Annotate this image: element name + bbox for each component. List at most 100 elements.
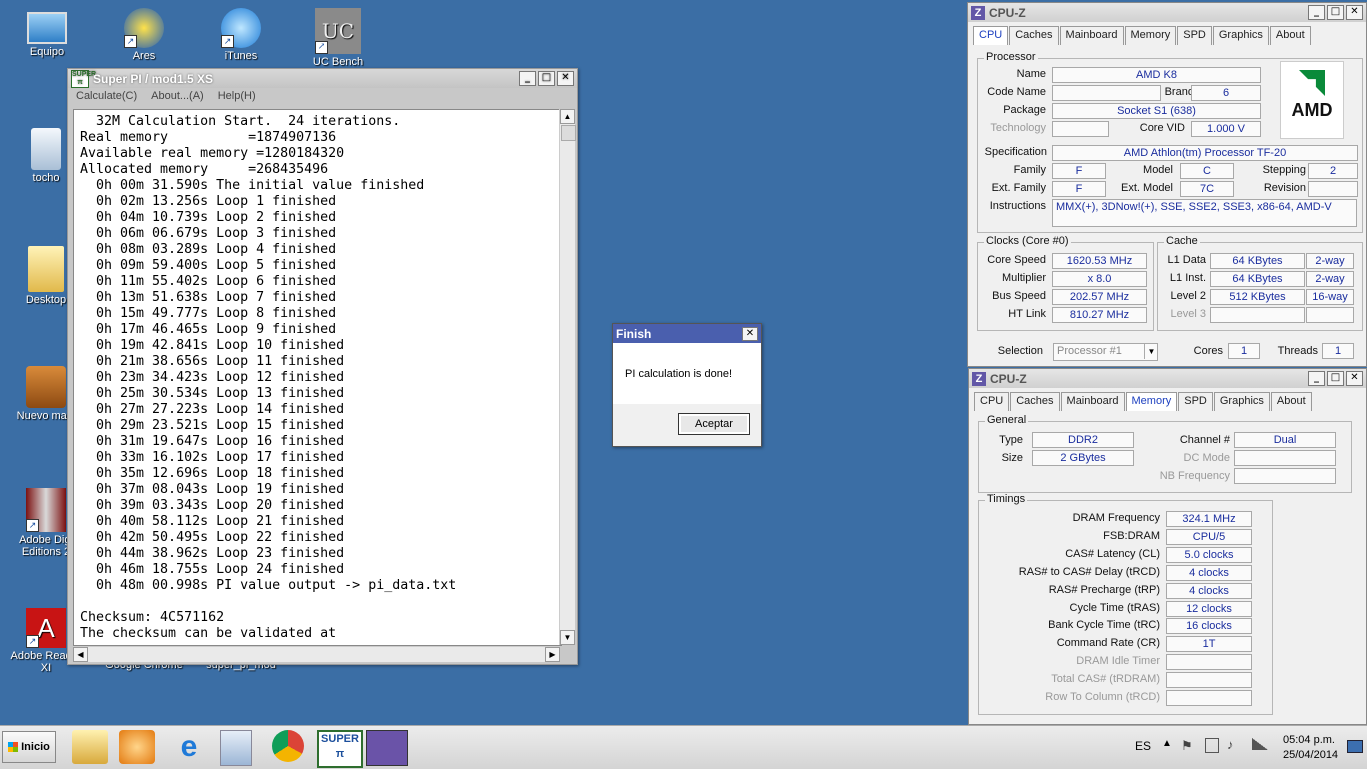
volume-icon[interactable]: ♪ (1227, 737, 1234, 752)
clock-time[interactable]: 05:04 p.m. (1283, 734, 1335, 746)
file-explorer-icon[interactable] (72, 730, 108, 764)
desktop-icon-equipo[interactable]: Equipo (7, 8, 87, 58)
desktop-icon-ares[interactable]: ↗ Ares (104, 8, 184, 62)
timing-label: Row To Column (tRCD) (1045, 691, 1160, 703)
window-title: Super PI / mod1.5 XS (93, 71, 214, 86)
vertical-scrollbar[interactable]: ▲ ▼ (559, 109, 576, 645)
superpi-taskbar-icon[interactable]: SUPER π (317, 730, 363, 768)
show-hidden-icons-icon[interactable]: ▲ (1162, 738, 1172, 749)
menu-help[interactable]: Help(H) (218, 90, 256, 108)
start-button[interactable]: Inicio (2, 731, 56, 763)
close-button[interactable]: ✕ (1346, 5, 1363, 20)
tab-about[interactable]: About (1269, 26, 1311, 45)
minimize-button[interactable]: _ (1308, 371, 1325, 386)
internet-explorer-icon[interactable]: e (171, 730, 207, 764)
level3-label: Level 3 (1170, 308, 1206, 320)
tab-mainboard[interactable]: Mainboard (1059, 26, 1124, 45)
console-line: 0h 04m 10.739s Loop 2 finished (80, 210, 337, 225)
cache-group: Cache L1 Data 64 KBytes 2-way L1 Inst. 6… (1157, 235, 1363, 331)
timing-value: CPU/5 (1166, 528, 1252, 545)
codename-value (1052, 85, 1161, 101)
group-label: Cache (1164, 235, 1200, 247)
scroll-left-arrow-icon[interactable]: ◀ (73, 647, 88, 662)
level2-value: 512 KBytes (1210, 289, 1305, 305)
tab-about[interactable]: About (1270, 392, 1312, 411)
tab-graphics[interactable]: Graphics (1212, 26, 1269, 45)
finish-titlebar[interactable]: Finish ✕ (613, 324, 761, 343)
console-line: 0h 02m 13.256s Loop 1 finished (80, 194, 337, 209)
group-label: General (985, 414, 1029, 426)
extfamily-label: Ext. Family (991, 182, 1046, 194)
horizontal-scrollbar[interactable]: ◀ ▶ (73, 646, 560, 662)
close-button[interactable]: ✕ (557, 71, 574, 86)
tab-memory[interactable]: Memory (1125, 392, 1178, 411)
corespeed-label: Core Speed (987, 254, 1046, 266)
threads-value: 1 (1322, 343, 1354, 359)
close-button[interactable]: ✕ (1346, 371, 1363, 386)
scroll-thumb[interactable] (561, 125, 576, 141)
cpuz-titlebar[interactable]: Z CPU-Z _ □ ✕ (969, 369, 1366, 388)
calculator-icon[interactable] (220, 730, 252, 766)
maximize-button[interactable]: □ (1327, 5, 1344, 20)
processor-group: Processor Name AMD K8 Code Name Brand ID… (977, 51, 1363, 233)
cpuz-taskbar-icon[interactable] (366, 730, 408, 766)
flag-icon[interactable]: ⚑ (1181, 738, 1193, 754)
itunes-icon: ↗ (221, 8, 261, 48)
chevron-down-icon[interactable]: ▼ (1144, 344, 1158, 359)
console-text: 32M Calculation Start. 24 iterations. Rea… (74, 110, 561, 645)
tab-caches[interactable]: Caches (1010, 392, 1060, 411)
console-line: 0h 19m 42.841s Loop 10 finished (80, 338, 345, 353)
busspeed-value: 202.57 MHz (1052, 289, 1147, 305)
device-icon[interactable] (1205, 738, 1219, 753)
dcmode-value (1234, 450, 1336, 466)
show-desktop-icon[interactable] (1347, 740, 1363, 753)
amd-arrow-icon (1299, 70, 1325, 96)
timing-label: CAS# Latency (CL) (1065, 547, 1160, 560)
tab-cpu[interactable]: CPU (973, 26, 1009, 45)
scroll-up-arrow-icon[interactable]: ▲ (560, 109, 575, 124)
maximize-button[interactable]: □ (538, 71, 555, 86)
superpi-output-console[interactable]: 32M Calculation Start. 24 iterations. Rea… (73, 109, 562, 646)
console-line: 0h 17m 46.465s Loop 9 finished (80, 322, 337, 337)
network-signal-icon[interactable] (1252, 738, 1268, 750)
tab-graphics[interactable]: Graphics (1213, 392, 1270, 411)
media-player-icon[interactable] (119, 730, 155, 764)
clock-date[interactable]: 25/04/2014 (1283, 749, 1338, 761)
tab-spd[interactable]: SPD (1178, 392, 1213, 411)
model-value: C (1180, 163, 1234, 179)
finish-message-area: PI calculation is done! (613, 343, 761, 404)
tab-spd[interactable]: SPD (1177, 26, 1212, 45)
close-button[interactable]: ✕ (742, 326, 758, 341)
cpuz-titlebar[interactable]: Z CPU-Z _ □ ✕ (968, 3, 1366, 22)
minimize-button[interactable]: _ (1308, 5, 1325, 20)
console-line: Real memory =1874907136 (80, 130, 337, 145)
timing-value: 1T (1166, 636, 1252, 653)
channel-value: Dual (1234, 432, 1336, 448)
timing-value: 16 clocks (1166, 618, 1252, 635)
selection-dropdown[interactable]: Processor #1 (1053, 343, 1158, 361)
maximize-button[interactable]: □ (1327, 371, 1344, 386)
desktop-icon-ucbench[interactable]: UC ↗ UC Bench (298, 8, 378, 68)
superpi-titlebar[interactable]: SUPER π Super PI / mod1.5 XS _ □ ✕ (68, 69, 577, 88)
scroll-down-arrow-icon[interactable]: ▼ (560, 630, 575, 645)
desktop-icon-itunes[interactable]: ↗ iTunes (201, 8, 281, 62)
chrome-icon[interactable] (272, 730, 304, 762)
group-label: Clocks (Core #0) (984, 235, 1071, 247)
timing-label: RAS# to CAS# Delay (tRCD) (1018, 565, 1160, 578)
menu-calculate[interactable]: Calculate(C) (76, 90, 137, 108)
menu-about[interactable]: About...(A) (151, 90, 204, 108)
tab-caches[interactable]: Caches (1009, 26, 1059, 45)
taskbar: Inicio e SUPER π ES ▲ ⚑ ♪ 05:04 p.m. 25/0… (0, 725, 1367, 769)
minimize-button[interactable]: _ (519, 71, 536, 86)
scroll-right-arrow-icon[interactable]: ▶ (545, 647, 560, 662)
console-line: 0h 37m 08.043s Loop 19 finished (80, 482, 345, 497)
tab-memory[interactable]: Memory (1124, 26, 1177, 45)
ok-button[interactable]: Aceptar (678, 413, 750, 435)
tab-cpu[interactable]: CPU (974, 392, 1010, 411)
tab-mainboard[interactable]: Mainboard (1060, 392, 1125, 411)
revision-label: Revision (1263, 182, 1306, 194)
recycle-bin-icon (31, 128, 61, 170)
language-indicator[interactable]: ES (1135, 739, 1151, 753)
cpuz-tabs: CPU Caches Mainboard Memory SPD Graphics… (974, 392, 1366, 411)
name-label: Name (1016, 68, 1046, 80)
